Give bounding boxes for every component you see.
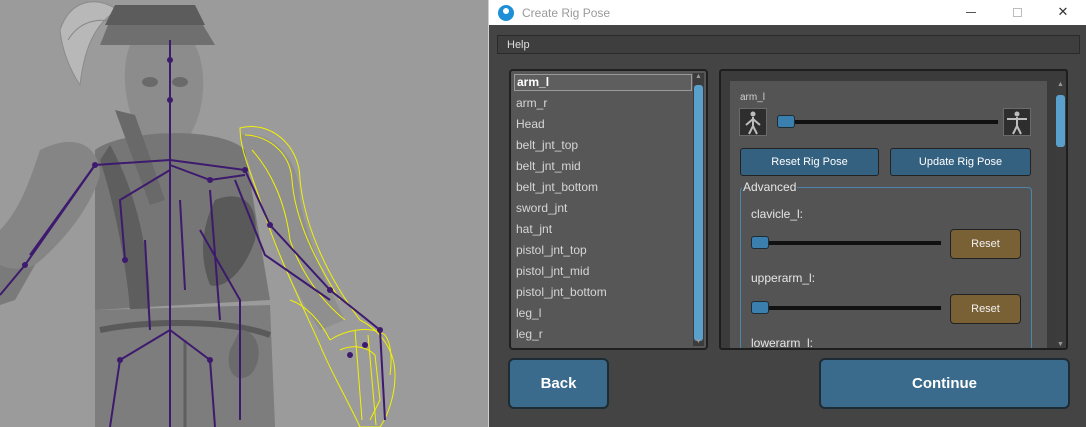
current-pose-icon[interactable]	[739, 108, 767, 136]
title-bar: Create Rig Pose ✕	[489, 0, 1086, 25]
a-pose-figure-icon	[745, 111, 761, 135]
upperarm-reset-button[interactable]: Reset	[950, 294, 1021, 324]
upperarm-slider-track[interactable]	[751, 306, 941, 310]
list-item-pistol-jnt-top[interactable]: pistol_jnt_top	[514, 242, 692, 259]
clavicle-slider-track[interactable]	[751, 241, 941, 245]
maximize-icon	[1012, 8, 1022, 17]
close-icon: ✕	[1057, 5, 1069, 20]
list-item-sword-jnt[interactable]: sword_jnt	[514, 200, 692, 217]
list-item-belt-jnt-bottom[interactable]: belt_jnt_bottom	[514, 179, 692, 196]
list-item-belt-jnt-top[interactable]: belt_jnt_top	[514, 137, 692, 154]
reset-rig-pose-button[interactable]: Reset Rig Pose	[740, 148, 879, 176]
list-item-pistol-jnt-bottom[interactable]: pistol_jnt_bottom	[514, 284, 692, 301]
list-item-hat-jnt[interactable]: hat_jnt	[514, 221, 692, 238]
pose-settings-content: arm_l Reset Rig Pose Update Rig Pose Adv…	[730, 81, 1047, 350]
lowerarm-label: lowerarm_l:	[751, 336, 814, 350]
continue-button[interactable]: Continue	[819, 358, 1070, 409]
settings-scroll-thumb[interactable]	[1056, 95, 1065, 147]
list-item-arm-l[interactable]: arm_l	[514, 74, 692, 91]
clavicle-reset-button[interactable]: Reset	[950, 229, 1021, 259]
window-title: Create Rig Pose	[522, 5, 611, 20]
close-button[interactable]: ✕	[1040, 0, 1086, 25]
minimize-icon	[966, 12, 976, 13]
scroll-down-icon[interactable]: ▼	[693, 338, 704, 346]
viewport-3d[interactable]	[0, 0, 488, 427]
list-item-pistol-jnt-mid[interactable]: pistol_jnt_mid	[514, 263, 692, 280]
character-model	[0, 1, 396, 427]
pose-blend-slider-track[interactable]	[780, 120, 998, 124]
pose-settings-panel: arm_l Reset Rig Pose Update Rig Pose Adv…	[719, 69, 1068, 350]
limb-label: arm_l	[740, 92, 766, 103]
list-item-leg-l[interactable]: leg_l	[514, 305, 692, 322]
scroll-up-icon[interactable]: ▲	[693, 73, 704, 81]
app-icon	[498, 4, 514, 21]
back-button[interactable]: Back	[508, 358, 609, 409]
settings-scrollbar[interactable]: ▲ ▼	[1055, 81, 1066, 348]
upperarm-slider-handle[interactable]	[751, 301, 769, 314]
menu-bar: Help	[497, 35, 1080, 54]
advanced-label: Advanced	[742, 180, 798, 194]
target-pose-icon[interactable]	[1003, 108, 1031, 136]
list-item-arm-r[interactable]: arm_r	[514, 95, 692, 112]
minimize-button[interactable]	[948, 0, 994, 25]
joint-list[interactable]: arm_l arm_r Head belt_jnt_top belt_jnt_m…	[509, 69, 708, 350]
pose-blend-slider-handle[interactable]	[777, 115, 795, 128]
upperarm-label: upperarm_l:	[751, 271, 816, 285]
menu-help[interactable]: Help	[507, 39, 530, 51]
list-scrollbar[interactable]: ▲ ▼	[693, 73, 704, 346]
list-item-belt-jnt-mid[interactable]: belt_jnt_mid	[514, 158, 692, 175]
t-pose-figure-icon	[1007, 111, 1027, 135]
create-rig-pose-window: Create Rig Pose ✕ Help arm_l arm_r Head …	[489, 0, 1086, 427]
scroll-up-icon[interactable]: ▲	[1055, 81, 1066, 89]
list-item-leg-r[interactable]: leg_r	[514, 326, 692, 343]
window-controls: ✕	[948, 0, 1086, 25]
list-scroll-thumb[interactable]	[694, 85, 703, 341]
list-item-head[interactable]: Head	[514, 116, 692, 133]
maximize-button[interactable]	[994, 0, 1040, 25]
clavicle-label: clavicle_l:	[751, 207, 804, 221]
update-rig-pose-button[interactable]: Update Rig Pose	[890, 148, 1031, 176]
scroll-down-icon[interactable]: ▼	[1055, 341, 1066, 348]
clavicle-slider-handle[interactable]	[751, 236, 769, 249]
